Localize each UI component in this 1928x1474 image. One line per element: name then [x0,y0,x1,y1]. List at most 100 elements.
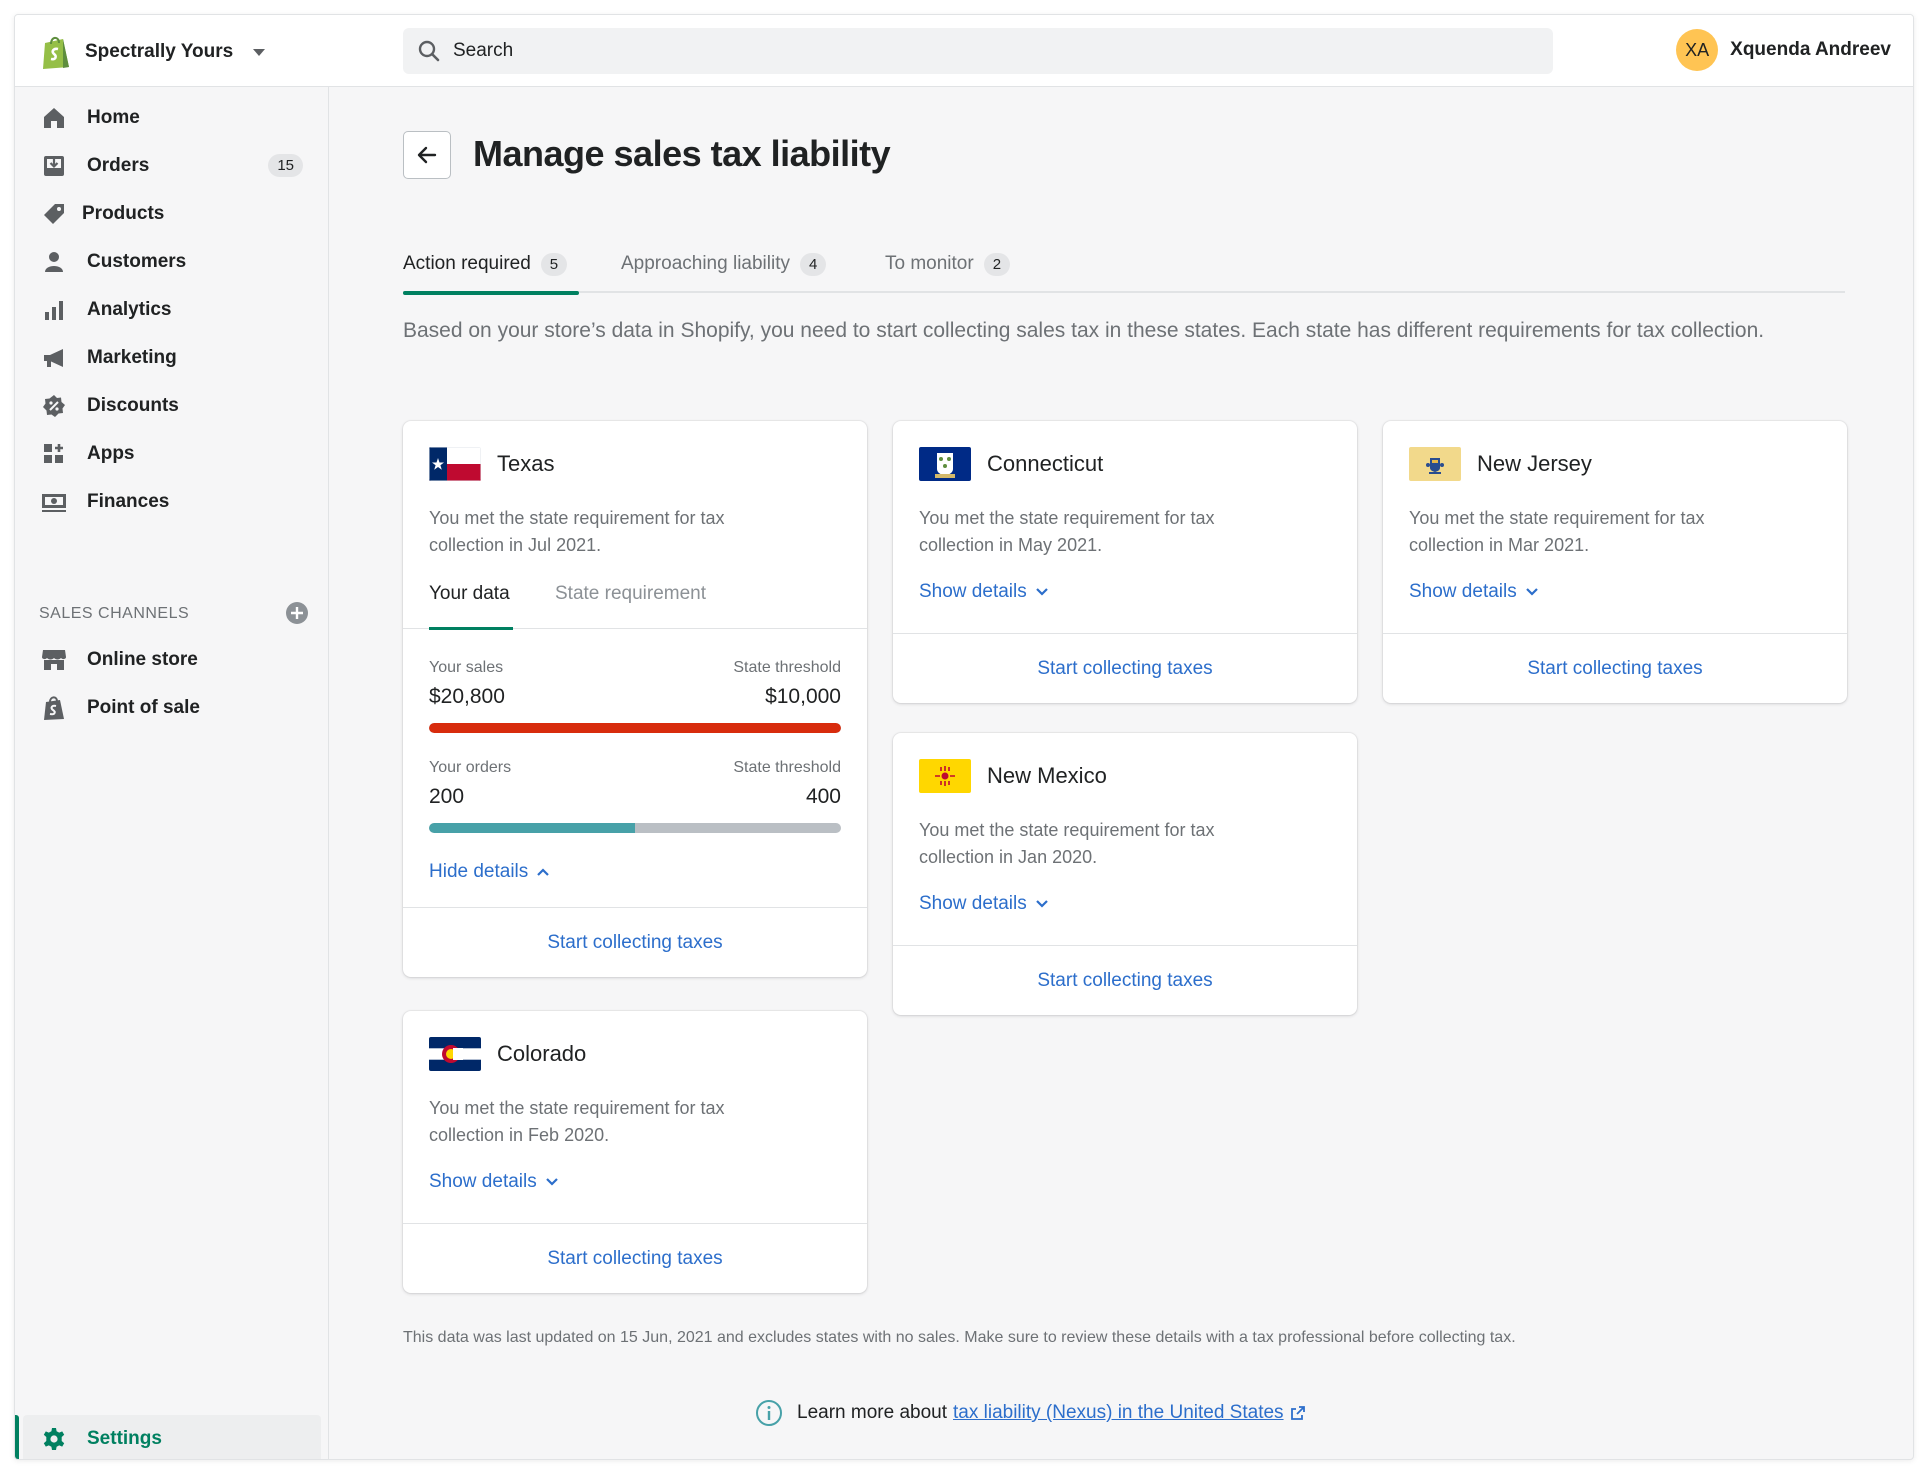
show-details-link[interactable]: Show details [919,893,1049,915]
link-label: Show details [919,893,1027,914]
link-label: Show details [1409,581,1517,602]
sidebar-item-marketing[interactable]: Marketing [23,335,315,381]
bar-chart-icon [41,297,67,323]
active-tab-indicator [429,627,513,630]
sidebar-item-label: Products [82,203,165,224]
texas-data-tabs: Your data State requirement [403,579,867,630]
sidebar-item-label: Discounts [87,395,179,416]
person-icon [41,249,67,275]
caret-down-icon [253,48,266,56]
tab-count-badge: 5 [540,253,568,276]
banknote-icon [41,489,67,515]
start-collecting-button[interactable]: Start collecting taxes [547,932,722,954]
state-card-texas: Texas You met the state requirement for … [403,421,867,977]
intro-text: Based on your store’s data in Shopify, y… [403,319,1765,342]
search-bar[interactable] [403,28,1553,74]
sidebar-item-orders[interactable]: Orders 15 [23,143,315,189]
sidebar-item-point-of-sale[interactable]: Point of sale [23,685,315,731]
tab-label: State requirement [555,583,707,604]
state-card-new-mexico: New Mexico You met the state requirement… [893,733,1357,1015]
avatar: XA [1676,29,1719,71]
link-label: Show details [919,581,1027,602]
start-collecting-button[interactable]: Start collecting taxes [1037,658,1212,680]
tab-approaching-liability[interactable]: Approaching liability 4 [621,237,827,293]
sidebar-item-apps[interactable]: Apps [23,431,315,477]
chevron-down-icon [1525,588,1538,596]
sidebar-item-label: Marketing [87,347,177,368]
link-label: Show details [429,1171,537,1192]
state-card-connecticut: Connecticut You met the state requiremen… [893,421,1357,703]
sales-label: Your sales [429,659,504,676]
orders-threshold-value: 400 [805,785,841,808]
sidebar-item-label: Online store [87,649,198,670]
nexus-help-link[interactable]: tax liability (Nexus) in the United Stat… [953,1402,1284,1424]
sales-threshold-value: $10,000 [765,685,841,708]
info-icon [756,1400,782,1426]
tab-your-data[interactable]: Your data [429,579,513,630]
search-input[interactable] [453,40,1476,62]
sidebar-item-label: Settings [87,1428,162,1449]
state-description: You met the state requirement for tax co… [1409,508,1705,555]
tab-state-requirement[interactable]: State requirement [555,579,706,629]
orders-threshold-label: State threshold [733,759,841,776]
main-content: Manage sales tax liability Action requir… [329,87,1913,1459]
state-description: You met the state requirement for tax co… [919,820,1215,867]
hide-details-link[interactable]: Hide details [429,861,550,883]
start-collecting-button[interactable]: Start collecting taxes [1037,970,1212,992]
sidebar-item-products[interactable]: Products [23,191,315,237]
store-name: Spectrally Yours [85,41,234,62]
card-header: Connecticut [919,447,1103,481]
sales-threshold-label: State threshold [733,659,841,676]
tab-label: Action required [403,253,531,274]
show-details-link[interactable]: Show details [429,1171,559,1193]
back-button[interactable] [403,131,451,179]
sidebar-item-analytics[interactable]: Analytics [23,287,315,333]
user-menu[interactable]: XA Xquenda Andreev [1676,29,1891,71]
liability-tabs: Action required 5 Approaching liability … [403,237,1845,295]
start-collecting-button[interactable]: Start collecting taxes [547,1248,722,1270]
sales-progress-bar [429,723,841,733]
sidebar-item-label: Home [87,107,140,128]
state-card-colorado: Colorado You met the state requirement f… [403,1011,867,1293]
state-description: You met the state requirement for tax co… [919,508,1215,555]
tag-icon [41,201,67,227]
sidebar-item-settings[interactable]: Settings [15,1415,321,1459]
start-collecting-button[interactable]: Start collecting taxes [1527,658,1702,680]
apps-icon [41,441,67,467]
sidebar-item-discounts[interactable]: Discounts [23,383,315,429]
card-footer: Start collecting taxes [403,1223,867,1293]
sidebar-item-online-store[interactable]: Online store [23,637,315,683]
sidebar-item-customers[interactable]: Customers [23,239,315,285]
sidebar-item-home[interactable]: Home [23,95,315,141]
sidebar-item-label: Apps [87,443,135,464]
tab-label: Your data [429,583,510,604]
chevron-down-icon [545,1178,558,1186]
show-details-link[interactable]: Show details [1409,581,1539,603]
top-bar: Spectrally Yours XA Xquenda Andreev [15,15,1913,87]
home-icon [41,105,67,131]
chevron-up-icon [537,868,550,876]
tab-count-badge: 4 [800,253,827,276]
tab-action-required[interactable]: Action required 5 [403,237,579,295]
card-header: New Mexico [919,759,1107,793]
sidebar-item-finances[interactable]: Finances [23,479,315,525]
store-icon [41,647,67,673]
tab-to-monitor[interactable]: To monitor 2 [885,237,1011,293]
state-card-new-jersey: New Jersey You met the state requirement… [1383,421,1847,703]
data-footnote: This data was last updated on 15 Jun, 20… [403,1329,1516,1346]
gear-icon [41,1426,67,1452]
show-details-link[interactable]: Show details [919,581,1049,603]
external-link-icon [1290,1406,1305,1420]
state-name: New Mexico [987,763,1107,788]
card-header: Colorado [429,1037,586,1071]
connecticut-flag-icon [919,447,971,481]
add-channel-button[interactable] [285,601,309,630]
new-jersey-flag-icon [1409,447,1461,481]
chevron-down-icon [1035,588,1048,596]
arrow-left-icon [417,146,437,164]
store-switcher[interactable]: Spectrally Yours [39,33,266,71]
sidebar-item-label: Customers [87,251,187,272]
orders-progress-fill [429,823,635,833]
state-name: Connecticut [987,451,1104,476]
sidebar-item-label: Orders [87,155,150,176]
